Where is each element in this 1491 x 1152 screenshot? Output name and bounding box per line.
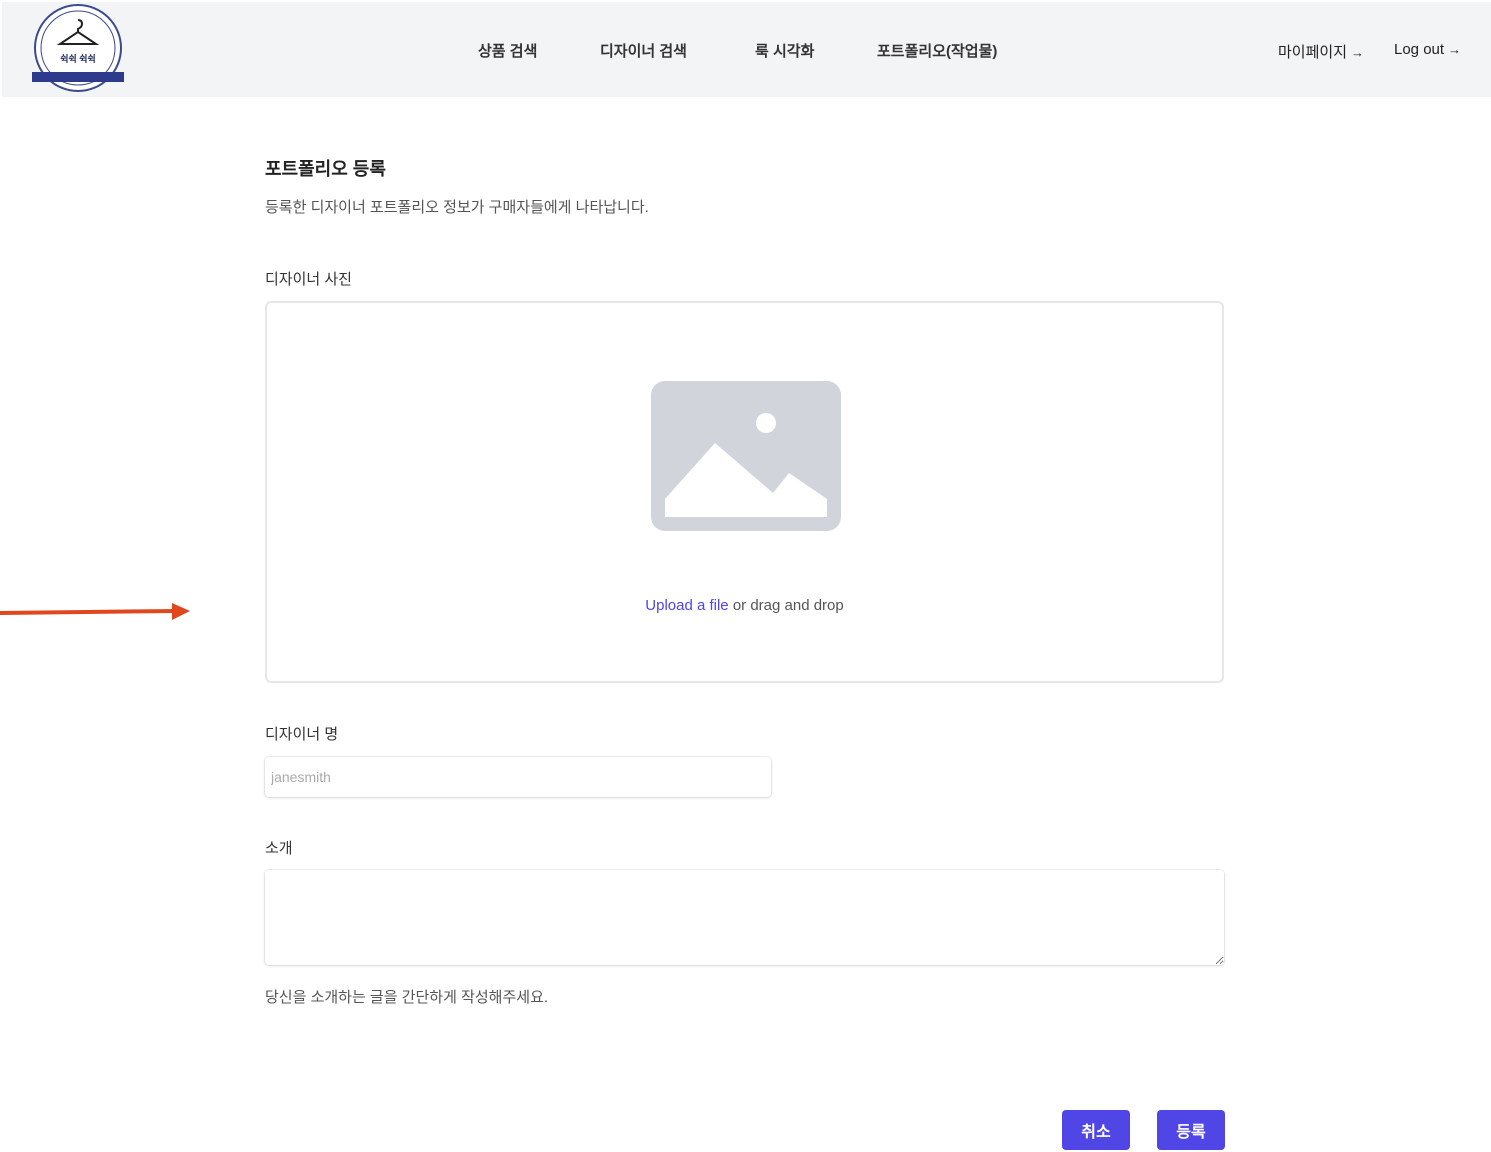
photo-dropzone[interactable]: Upload a file or drag and drop xyxy=(265,301,1224,683)
intro-hint: 당신을 소개하는 글을 간단하게 작성해주세요. xyxy=(265,989,549,1006)
logout-label: Log out xyxy=(1394,41,1445,58)
mypage-label: 마이페이지 xyxy=(1278,44,1348,61)
nav-portfolio[interactable]: 포트폴리오(작업물) xyxy=(877,40,997,61)
arrow-right-icon: → xyxy=(1448,42,1462,57)
logo-band xyxy=(32,72,124,82)
designer-name-label: 디자이너 명 xyxy=(265,726,339,743)
photo-label: 디자이너 사진 xyxy=(265,271,352,288)
brand-logo[interactable]: 쉭쉭 쉭쉭 xyxy=(32,4,124,92)
logout-link[interactable]: Log out → xyxy=(1394,41,1461,58)
page-title: 포트폴리오 등록 xyxy=(265,159,386,179)
mypage-link[interactable]: 마이페이지 → xyxy=(1278,41,1364,62)
page-subtitle: 등록한 디자이너 포트폴리오 정보가 구매자들에게 나타납니다. xyxy=(265,199,649,216)
nav-designer-search[interactable]: 디자이너 검색 xyxy=(600,40,687,61)
annotation-arrow-icon xyxy=(0,603,190,620)
intro-label: 소개 xyxy=(265,840,293,857)
intro-textarea[interactable] xyxy=(265,870,1224,965)
image-placeholder-icon xyxy=(651,381,841,531)
top-navbar: 쉭쉭 쉭쉭 상품 검색 디자이너 검색 룩 시각화 포트폴리오(작업물) 마이페… xyxy=(2,2,1491,97)
nav-look-visualization[interactable]: 룩 시각화 xyxy=(755,40,814,61)
designer-name-input[interactable] xyxy=(265,757,771,797)
submit-button[interactable]: 등록 xyxy=(1157,1110,1225,1150)
nav-product-search[interactable]: 상품 검색 xyxy=(478,40,537,61)
upload-file-link[interactable]: Upload a file xyxy=(645,597,728,614)
portfolio-register-page: 쉭쉭 쉭쉭 상품 검색 디자이너 검색 룩 시각화 포트폴리오(작업물) 마이페… xyxy=(0,0,1491,1152)
upload-instructions: Upload a file or drag and drop xyxy=(267,597,1222,614)
logo-text: 쉭쉭 쉭쉭 xyxy=(60,54,96,64)
drag-drop-text: or drag and drop xyxy=(728,597,844,614)
cancel-button[interactable]: 취소 xyxy=(1062,1110,1130,1150)
arrow-right-icon: → xyxy=(1351,45,1365,60)
